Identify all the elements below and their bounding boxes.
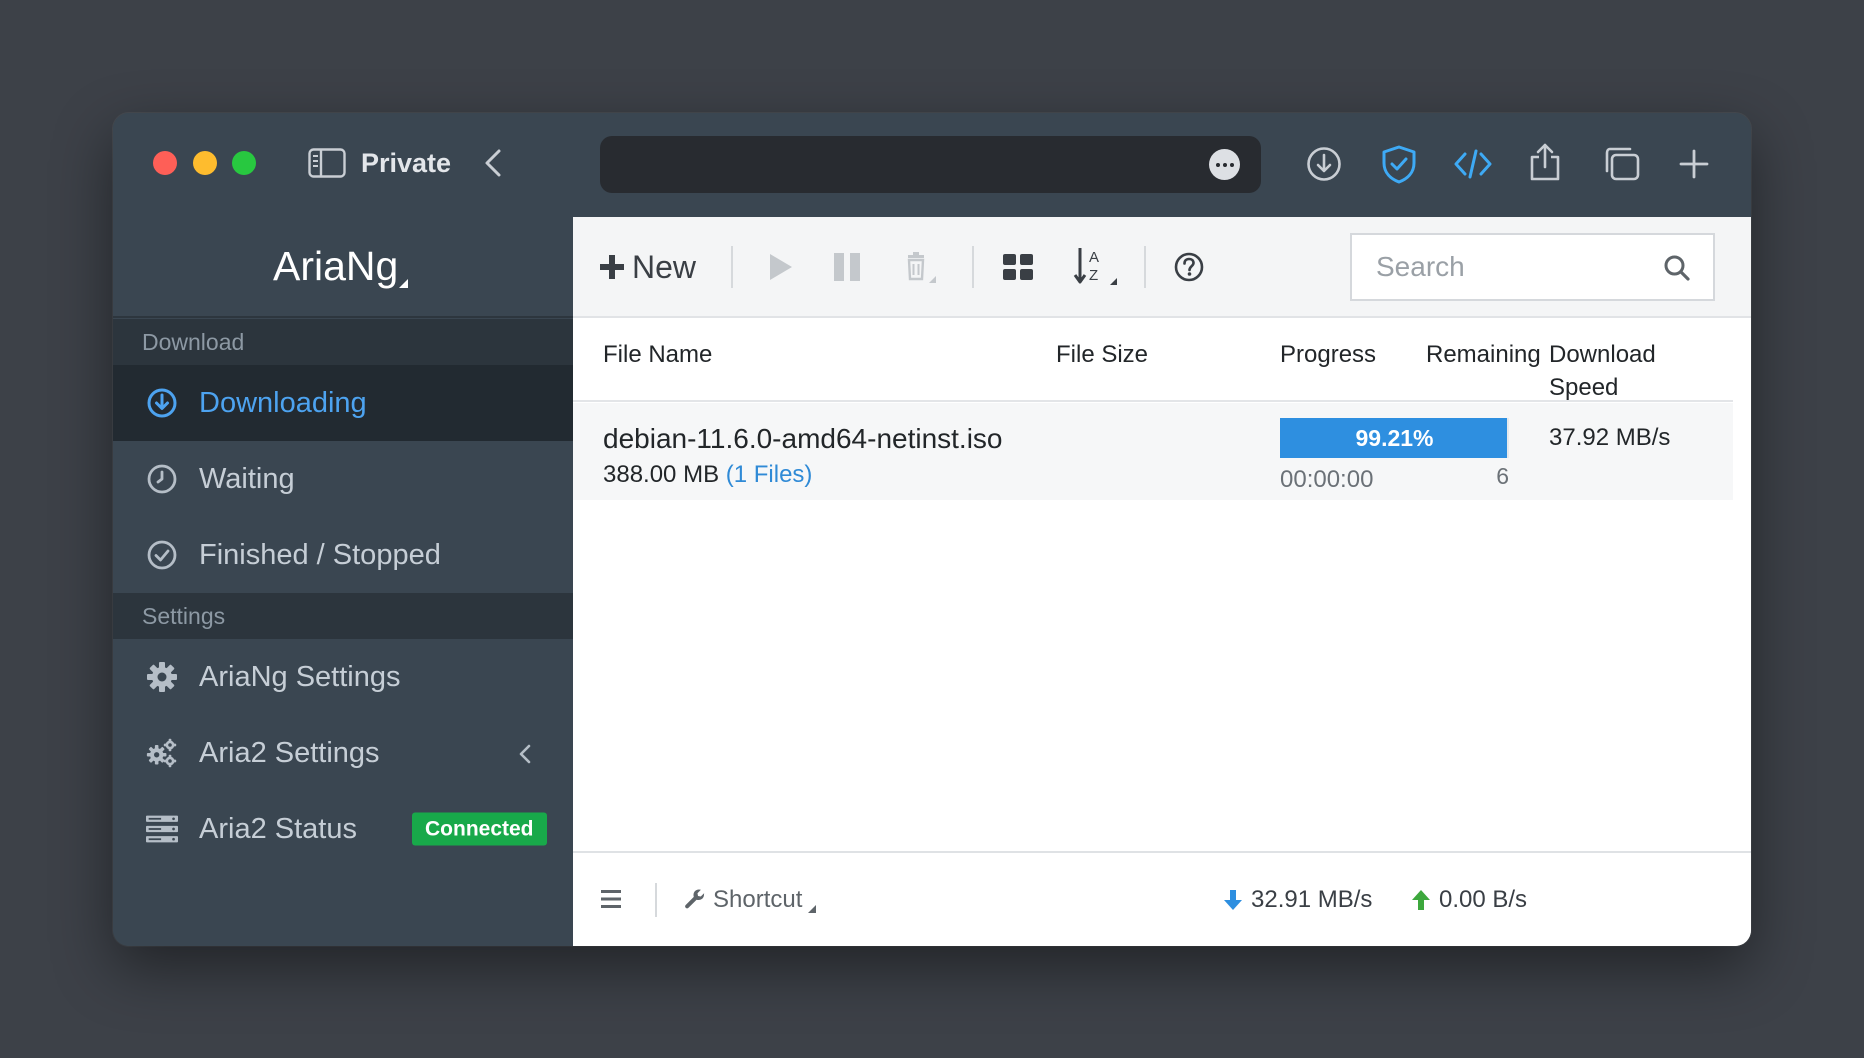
gear-icon [146,661,178,693]
start-button[interactable] [765,251,797,283]
arrow-up-icon [1411,888,1431,912]
shield-icon[interactable] [1379,143,1419,185]
minimize-window-button[interactable] [193,151,217,175]
menu-icon[interactable] [599,887,623,911]
view-toggle-button[interactable] [1001,251,1035,283]
search-input[interactable] [1376,235,1646,299]
download-speed: 37.92 MB/s [1549,424,1671,451]
download-speed-value: 32.91 MB/s [1251,886,1373,913]
status-bar: Shortcut 32.91 MB/s 0.00 B/s [573,851,1751,946]
sidebar-item-label: AriaNg Settings [199,661,401,693]
column-header-file-size[interactable]: File Size [1056,338,1148,371]
shortcut-label: Shortcut [713,886,803,913]
delete-button[interactable] [901,249,939,287]
sidebar-item-label: Finished / Stopped [199,539,441,571]
sidebar-item-finished-stopped[interactable]: Finished / Stopped [113,517,573,593]
sidebar-toggle-icon[interactable] [307,147,347,179]
remaining-time: 00:00:00 [1280,466,1374,493]
svg-text:A: A [1089,249,1099,266]
sidebar-item-aria2-settings[interactable]: Aria2 Settings [113,715,573,791]
downloads-icon[interactable] [1305,145,1343,183]
sidebar-item-label: Downloading [199,387,367,419]
new-button-label: New [632,249,697,285]
trash-icon [907,252,936,283]
search-icon[interactable] [1663,254,1691,282]
progress-text: 99.21% [1355,425,1434,451]
pause-icon [834,253,860,281]
search-box [1350,233,1715,301]
brand-title: AriaNg [273,243,399,289]
shortcut-menu[interactable]: Shortcut [683,883,817,917]
sidebar-item-label: Aria2 Settings [199,737,380,769]
tabs-overview-icon[interactable] [1602,145,1642,183]
chevron-left-icon[interactable] [518,743,532,765]
check-circle-icon [146,539,178,571]
section-header-settings: Settings [113,593,573,639]
grid-icon [1003,254,1033,280]
sort-button[interactable]: AZ [1073,245,1119,289]
table-header: File Name File Size Progress Remaining D… [573,320,1733,402]
close-window-button[interactable] [153,151,177,175]
share-icon[interactable] [1527,141,1563,183]
gears-icon [146,737,178,769]
column-header-file-name[interactable]: File Name [603,338,712,371]
global-upload-speed: 0.00 B/s [1411,883,1527,917]
wrench-icon [683,888,707,912]
new-task-button[interactable]: New [600,245,696,289]
sidebar-item-ariang-settings[interactable]: AriaNg Settings [113,639,573,715]
column-header-progress[interactable]: Progress [1280,338,1376,371]
help-icon [1174,252,1204,282]
shortcut-caret-icon [808,887,817,913]
upload-speed-value: 0.00 B/s [1439,886,1528,913]
server-icon [146,813,178,845]
sidebar-item-waiting[interactable]: Waiting [113,441,573,517]
section-header-download: Download [113,319,573,365]
arrow-down-icon [1223,888,1243,912]
sidebar: AriaNg Download Downloading Waiting Fini… [113,217,573,946]
svg-text:Z: Z [1089,267,1098,284]
browser-window: Private AriaNg Download Downloading Wait… [113,113,1751,946]
sidebar-item-label: Waiting [199,463,295,495]
toolbar-divider [1144,246,1146,288]
address-bar[interactable] [600,136,1261,193]
toolbar-divider [731,246,733,288]
sidebar-item-downloading[interactable]: Downloading [113,365,573,441]
new-tab-icon[interactable] [1677,147,1711,181]
files-link[interactable]: (1 Files) [726,461,813,488]
footer-divider [655,883,657,917]
file-size-info: 388.00 MB (1 Files) [603,460,812,490]
sidebar-item-aria2-status[interactable]: Aria2 Status Connected [113,791,573,867]
private-label: Private [361,148,452,178]
clock-icon [146,463,178,495]
zoom-window-button[interactable] [232,151,256,175]
title-bar: Private [113,113,1751,217]
status-badge: Connected [412,812,547,846]
connections-count: 6 [1496,463,1509,489]
sort-alpha-icon: AZ [1073,248,1117,285]
file-name[interactable]: debian-11.6.0-amd64-netinst.iso [603,422,1003,456]
column-header-remaining[interactable]: Remaining [1426,338,1541,371]
global-download-speed: 32.91 MB/s [1223,883,1372,917]
back-button[interactable] [479,147,507,179]
help-button[interactable] [1173,250,1205,284]
play-icon [770,254,792,280]
sidebar-item-label: Aria2 Status [199,813,357,845]
brand-caret-icon [399,279,408,288]
progress-bar: 99.21% [1280,418,1509,458]
plus-icon [600,255,624,279]
toolbar-divider [972,246,974,288]
main-panel: New AZ Search File Name File Size Progre… [573,217,1751,946]
pause-button[interactable] [831,251,863,283]
toolbar: New AZ [573,217,1751,318]
brand[interactable]: AriaNg [113,217,573,318]
file-size: 388.00 MB [603,461,720,488]
download-circle-icon [146,387,178,419]
more-icon[interactable] [1209,149,1240,180]
code-icon[interactable] [1453,145,1493,183]
table-row[interactable]: debian-11.6.0-amd64-netinst.iso 388.00 M… [573,403,1733,500]
column-header-download-speed[interactable]: Download Speed [1549,338,1689,404]
